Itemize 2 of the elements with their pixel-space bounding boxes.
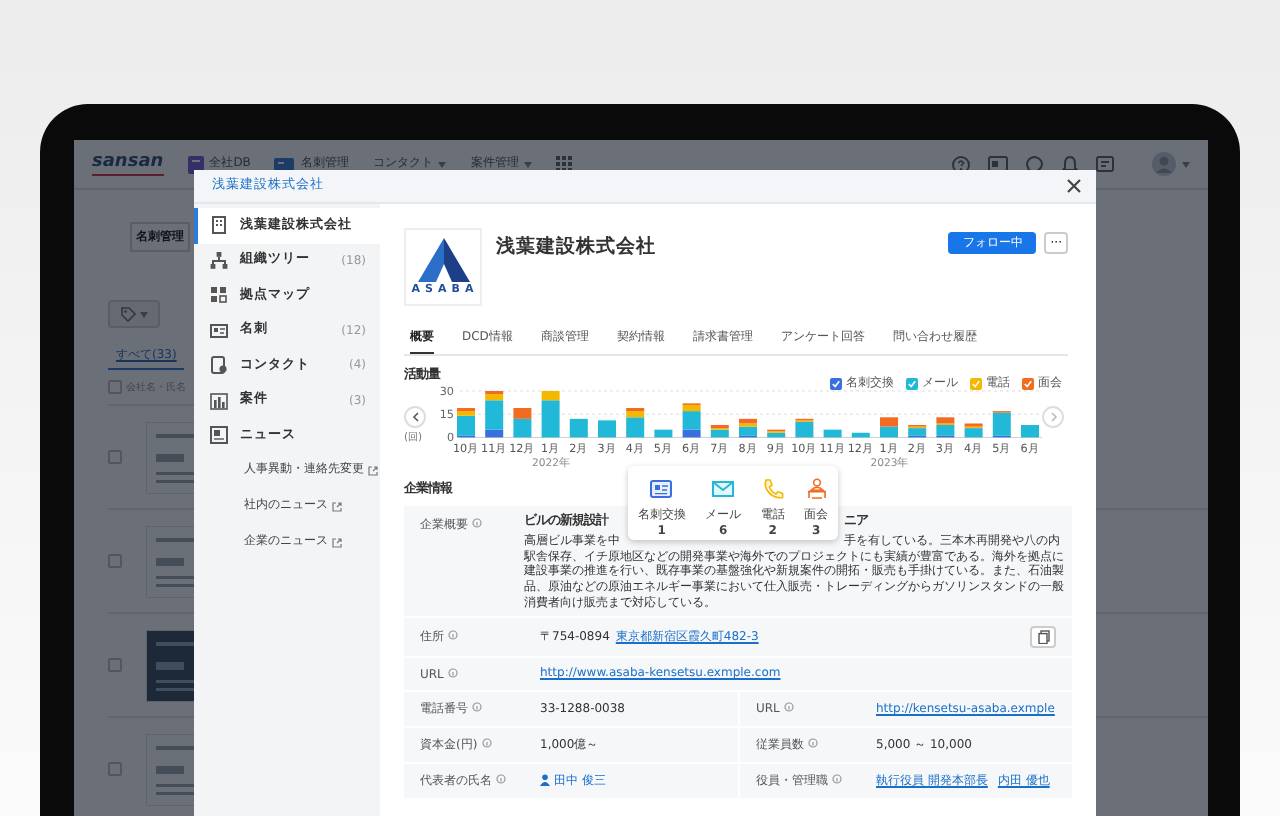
app-logo: sansan (92, 153, 164, 175)
company-name: 浅葉建設株式会社 (496, 236, 656, 259)
